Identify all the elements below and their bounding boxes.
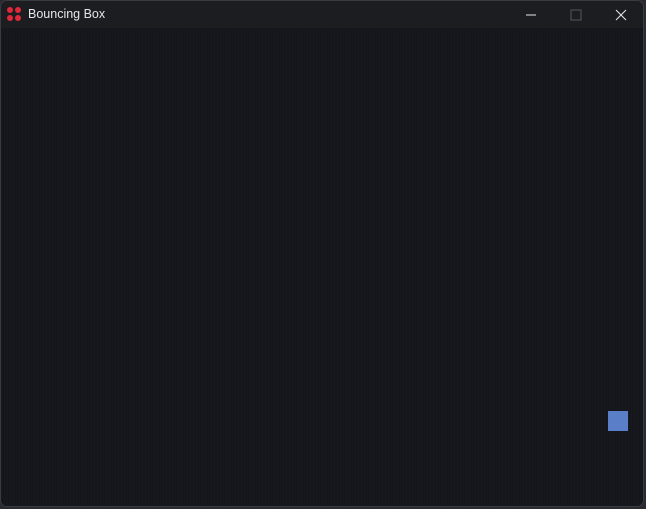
window-controls bbox=[508, 1, 643, 28]
close-button[interactable] bbox=[598, 1, 643, 28]
maximize-icon bbox=[570, 9, 581, 20]
close-icon bbox=[615, 9, 626, 20]
app-icon-dot bbox=[15, 7, 21, 13]
minimize-button[interactable] bbox=[508, 1, 553, 28]
minimize-icon bbox=[525, 14, 536, 15]
maximize-button[interactable] bbox=[553, 1, 598, 28]
app-icon-dot bbox=[15, 15, 21, 21]
game-canvas[interactable] bbox=[1, 28, 643, 506]
app-window: Bouncing Box bbox=[0, 0, 644, 507]
app-icon-dot bbox=[7, 15, 13, 21]
title-bar[interactable]: Bouncing Box bbox=[1, 1, 643, 28]
app-icon-dot bbox=[7, 7, 13, 13]
window-title: Bouncing Box bbox=[28, 7, 106, 21]
app-icon[interactable] bbox=[7, 7, 22, 22]
bouncing-box bbox=[608, 411, 628, 431]
